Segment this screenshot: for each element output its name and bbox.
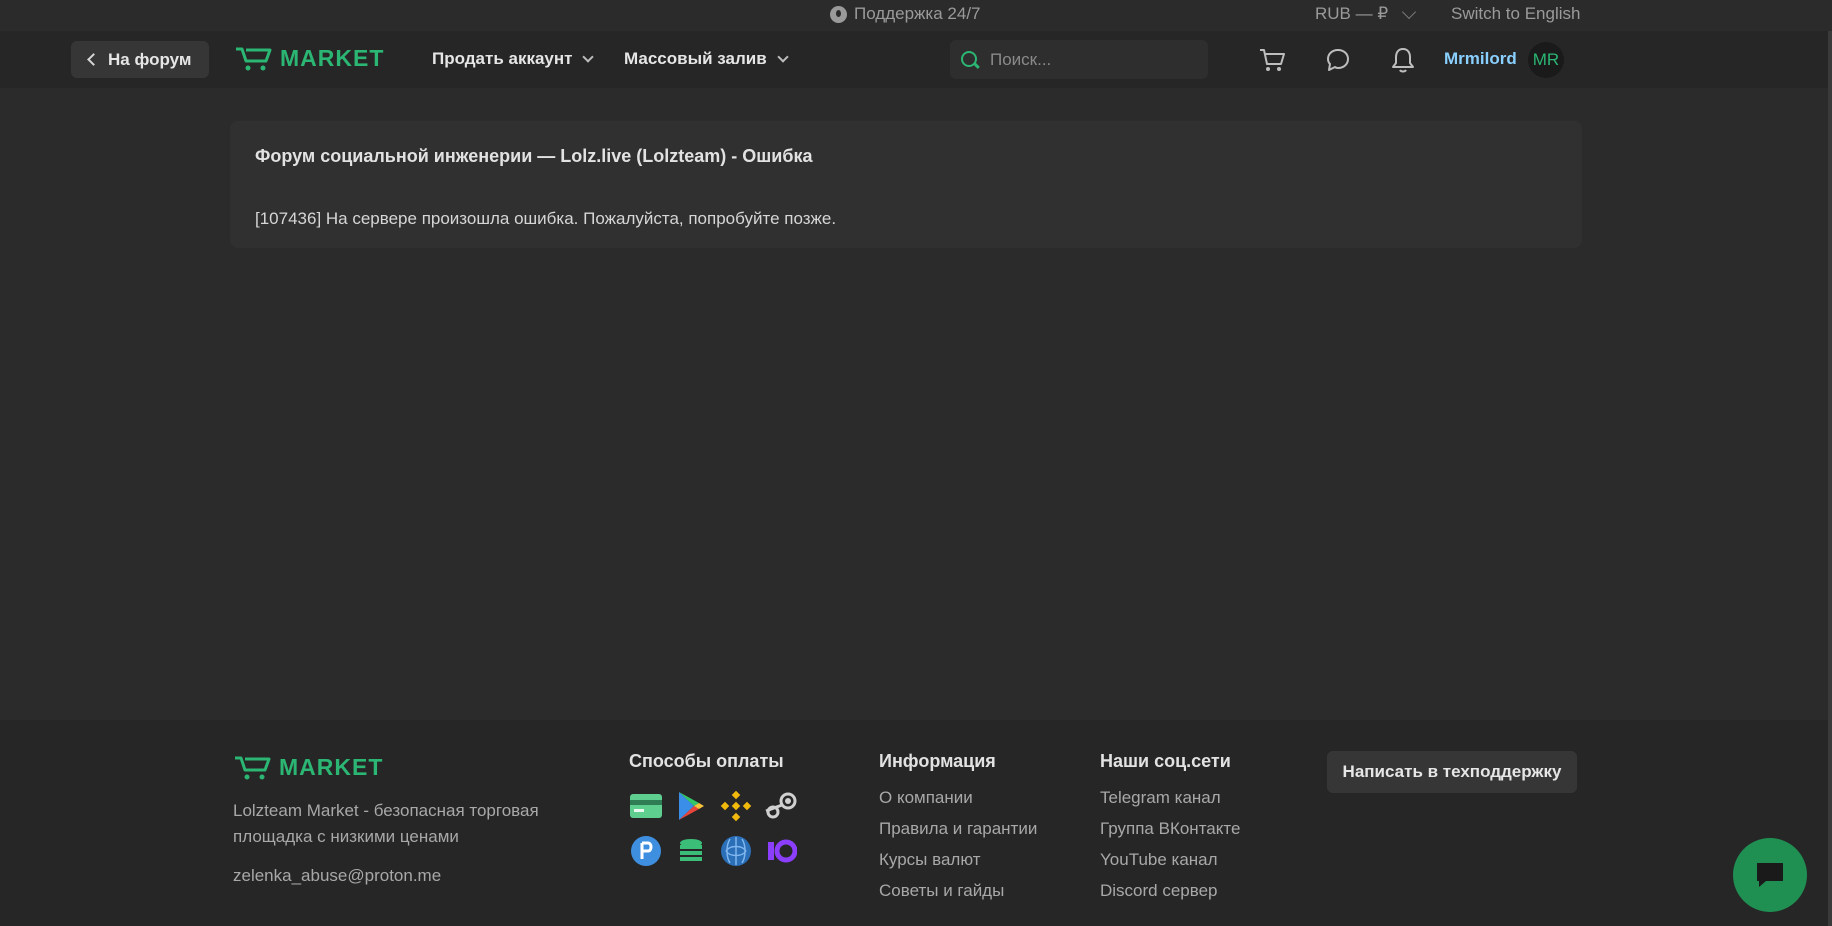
payment-methods <box>629 789 809 868</box>
currency-label: RUB — ₽ <box>1315 4 1389 23</box>
cart-icon[interactable] <box>1257 45 1287 75</box>
logo-text: MARKET <box>280 45 385 71</box>
support-chat-icon <box>830 5 847 23</box>
top-strip: Поддержка 24/7 RUB — ₽ Switch to English <box>0 0 1832 31</box>
footer-email[interactable]: zelenka_abuse@proton.me <box>233 866 441 886</box>
username-link[interactable]: Mrmilord <box>1444 49 1517 69</box>
nav-mass-upload[interactable]: Массовый залив <box>624 49 789 69</box>
info-link-rates[interactable]: Курсы валют <box>879 850 1037 881</box>
cart-logo-icon <box>236 47 272 70</box>
coins-icon <box>674 834 708 868</box>
chat-bubble-icon <box>1757 863 1783 887</box>
back-to-forum-button[interactable]: На форум <box>71 41 209 78</box>
nav-label: Массовый залив <box>624 49 767 68</box>
currency-selector[interactable]: RUB — ₽ <box>1315 4 1417 24</box>
nav-label: Продать аккаунт <box>432 49 573 68</box>
card-icon <box>629 789 663 823</box>
chevron-down-icon <box>776 50 789 63</box>
info-link-guides[interactable]: Советы и гайды <box>879 881 1037 912</box>
steam-icon <box>764 789 798 823</box>
bell-icon[interactable] <box>1388 45 1418 75</box>
market-logo[interactable]: MARKET <box>234 45 384 72</box>
payment-heading: Способы оплаты <box>629 751 784 771</box>
social-link-youtube[interactable]: YouTube канал <box>1100 850 1240 881</box>
support-link[interactable]: Поддержка 24/7 <box>830 4 981 24</box>
chat-icon[interactable] <box>1323 45 1353 75</box>
header: На форум MARKET Продать аккаунт Массовый… <box>0 31 1828 88</box>
social-links: Telegram канал Группа ВКонтакте YouTube … <box>1100 788 1240 912</box>
chevron-down-icon <box>582 50 595 63</box>
google-play-icon <box>674 789 708 823</box>
footer: MARKET Lolzteam Market - безопасная торг… <box>0 720 1828 926</box>
chevron-left-icon <box>87 53 100 66</box>
cart-logo-icon <box>235 756 271 779</box>
error-message: [107436] На сервере произошла ошибка. По… <box>255 209 837 228</box>
social-link-telegram[interactable]: Telegram канал <box>1100 788 1240 819</box>
webmoney-icon <box>719 834 753 868</box>
footer-logo[interactable]: MARKET <box>233 754 383 781</box>
social-heading: Наши соц.сети <box>1100 751 1231 771</box>
scrollbar[interactable] <box>1828 0 1832 926</box>
info-heading: Информация <box>879 751 996 771</box>
footer-description: Lolzteam Market - безопасная торговая пл… <box>233 801 539 846</box>
chat-widget-button[interactable] <box>1733 838 1807 912</box>
social-link-discord[interactable]: Discord сервер <box>1100 881 1240 912</box>
social-link-vk[interactable]: Группа ВКонтакте <box>1100 819 1240 850</box>
binance-icon <box>719 789 753 823</box>
info-link-about[interactable]: О компании <box>879 788 1037 819</box>
back-label: На форум <box>108 49 192 69</box>
search-input[interactable] <box>990 49 1190 70</box>
chevron-down-icon <box>1402 4 1417 19</box>
yoomoney-icon <box>764 834 798 868</box>
avatar[interactable]: MR <box>1528 42 1564 78</box>
info-link-rules[interactable]: Правила и гарантии <box>879 819 1037 850</box>
p-icon <box>629 834 663 868</box>
error-title: Форум социальной инженерии — Lolz.live (… <box>255 146 813 166</box>
switch-language-link[interactable]: Switch to English <box>1451 4 1580 24</box>
support-label: Поддержка 24/7 <box>854 4 981 23</box>
search-box[interactable] <box>950 40 1208 79</box>
search-icon <box>960 50 980 70</box>
nav-sell-account[interactable]: Продать аккаунт <box>432 49 595 69</box>
logo-text: MARKET <box>279 754 384 780</box>
contact-support-button[interactable]: Написать в техподдержку <box>1327 751 1577 793</box>
error-panel: Форум социальной инженерии — Lolz.live (… <box>230 121 1582 248</box>
info-links: О компании Правила и гарантии Курсы валю… <box>879 788 1037 912</box>
